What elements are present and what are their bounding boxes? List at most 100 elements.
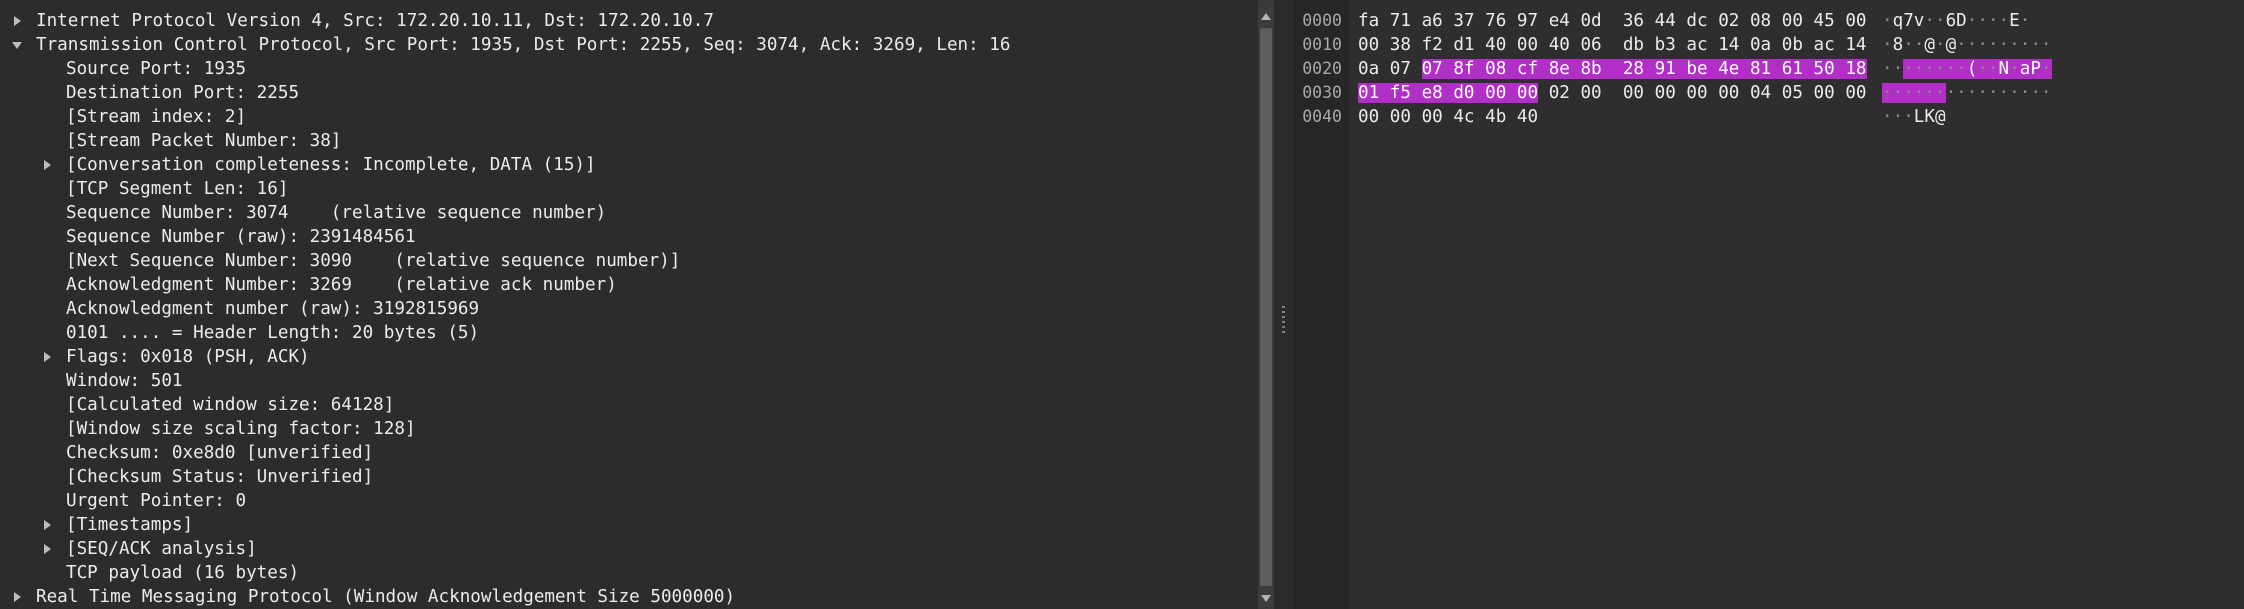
hex-byte[interactable]: 0a (1358, 59, 1379, 79)
tree-field-row[interactable]: 0101 .... = Header Length: 20 bytes (5) (0, 321, 1256, 345)
ascii-line[interactable]: ········(··N·aP· (1882, 57, 2052, 81)
hex-byte[interactable]: 45 (1814, 11, 1835, 31)
hex-byte[interactable]: e8 (1421, 83, 1443, 103)
hex-line[interactable]: 00 00 00 4c 4b 40 (1358, 105, 1538, 129)
hex-byte[interactable]: 4e (1718, 59, 1740, 79)
hex-byte[interactable]: 50 (1813, 59, 1835, 79)
hex-byte[interactable]: 00 (1845, 83, 1866, 103)
collapsed-arrow-icon[interactable] (40, 537, 54, 561)
hex-byte[interactable]: fa (1358, 11, 1379, 31)
hex-byte[interactable]: 4c (1453, 107, 1474, 127)
ascii-line[interactable]: ···LK@ (1882, 105, 1946, 129)
hex-byte[interactable]: 14 (1845, 35, 1866, 55)
ascii-line[interactable]: ·q7v··6D····E· (1882, 9, 2030, 33)
hex-byte[interactable]: 4b (1485, 107, 1506, 127)
collapsed-arrow-icon[interactable] (10, 9, 24, 33)
scrollbar-thumb[interactable] (1260, 28, 1272, 586)
hex-line[interactable]: fa 71 a6 37 76 97 e4 0d 36 44 dc 02 08 0… (1358, 9, 1867, 33)
hex-line[interactable]: 0a 07 07 8f 08 cf 8e 8b 28 91 be 4e 81 6… (1358, 57, 1867, 81)
hex-byte[interactable]: 61 (1781, 59, 1803, 79)
hex-byte[interactable]: 40 (1549, 35, 1570, 55)
hex-byte[interactable]: 14 (1718, 35, 1739, 55)
collapsed-arrow-icon[interactable] (40, 345, 54, 369)
tree-field-row[interactable]: Flags: 0x018 (PSH, ACK) (0, 345, 1256, 369)
hex-byte[interactable]: 00 (1623, 83, 1644, 103)
hex-byte[interactable]: 97 (1517, 11, 1538, 31)
tree-field-row[interactable]: Acknowledgment number (raw): 3192815969 (0, 297, 1256, 321)
tree-field-row[interactable]: [Stream Packet Number: 38] (0, 129, 1256, 153)
hex-byte[interactable]: 0a (1750, 35, 1771, 55)
hex-byte[interactable]: 0b (1782, 35, 1803, 55)
hex-byte[interactable]: 06 (1580, 35, 1601, 55)
hex-byte[interactable]: 00 (1655, 83, 1676, 103)
hex-byte[interactable]: 00 (1358, 107, 1379, 127)
collapsed-arrow-icon[interactable] (10, 585, 24, 609)
hex-byte[interactable]: 07 (1421, 59, 1443, 79)
hex-byte[interactable]: 00 (1814, 83, 1835, 103)
hex-byte[interactable]: a6 (1422, 11, 1443, 31)
hex-byte[interactable]: 18 (1845, 59, 1867, 79)
hex-byte[interactable]: 08 (1485, 59, 1507, 79)
hex-byte[interactable]: 40 (1517, 107, 1538, 127)
packet-bytes-pane[interactable]: 0000 0010 0020 0030 0040 fa 71 a6 37 76 97 e… (1294, 0, 2244, 609)
tree-field-row[interactable]: [Conversation completeness: Incomplete, … (0, 153, 1256, 177)
tree-protocol-row[interactable]: Real Time Messaging Protocol (Window Ack… (0, 585, 1256, 609)
tree-field-row[interactable]: [SEQ/ACK analysis] (0, 537, 1256, 561)
hex-byte[interactable]: 36 (1623, 11, 1644, 31)
hex-byte[interactable]: 00 (1718, 83, 1739, 103)
tree-field-row[interactable]: [Timestamps] (0, 513, 1256, 537)
hex-byte[interactable]: 02 (1549, 83, 1570, 103)
tree-field-row[interactable]: TCP payload (16 bytes) (0, 561, 1256, 585)
hex-byte[interactable]: ac (1686, 35, 1707, 55)
hex-byte[interactable]: 40 (1485, 35, 1506, 55)
hex-byte[interactable]: 28 (1622, 59, 1645, 79)
scroll-up-arrow-icon[interactable] (1258, 8, 1274, 26)
hex-byte[interactable]: 91 (1654, 59, 1676, 79)
tree-field-row[interactable]: [Checksum Status: Unverified] (0, 465, 1256, 489)
hex-byte[interactable]: 01 (1358, 83, 1380, 103)
hex-byte[interactable]: ac (1814, 35, 1835, 55)
hex-byte[interactable]: cf (1516, 59, 1539, 79)
details-scrollbar[interactable] (1258, 0, 1274, 609)
tree-field-row[interactable]: [Stream index: 2] (0, 105, 1256, 129)
hex-byte[interactable]: 8e (1548, 59, 1570, 79)
hex-byte[interactable]: b3 (1655, 35, 1676, 55)
expanded-arrow-icon[interactable] (10, 33, 24, 57)
hex-byte[interactable]: 00 (1516, 83, 1539, 103)
hex-byte[interactable]: d0 (1453, 83, 1475, 103)
hex-byte[interactable]: be (1686, 59, 1708, 79)
hex-byte[interactable]: 00 (1390, 107, 1411, 127)
hex-byte[interactable]: 00 (1782, 11, 1803, 31)
tree-field-row[interactable]: Urgent Pointer: 0 (0, 489, 1256, 513)
hex-byte[interactable]: 38 (1390, 35, 1411, 55)
hex-byte[interactable]: 00 (1517, 35, 1538, 55)
hex-byte[interactable]: 00 (1686, 83, 1707, 103)
hex-byte[interactable]: dc (1686, 11, 1707, 31)
hex-byte[interactable]: 76 (1485, 11, 1506, 31)
tree-field-row[interactable]: [TCP Segment Len: 16] (0, 177, 1256, 201)
tree-field-row[interactable]: Sequence Number: 3074 (relative sequence… (0, 201, 1256, 225)
hex-byte[interactable]: e4 (1549, 11, 1570, 31)
tree-field-row[interactable]: Acknowledgment Number: 3269 (relative ac… (0, 273, 1256, 297)
tree-field-row[interactable]: Checksum: 0xe8d0 [unverified] (0, 441, 1256, 465)
tree-protocol-row[interactable]: Internet Protocol Version 4, Src: 172.20… (0, 9, 1256, 33)
hex-byte[interactable]: 8f (1453, 59, 1475, 79)
hex-byte[interactable]: 05 (1782, 83, 1803, 103)
collapsed-arrow-icon[interactable] (40, 513, 54, 537)
hex-byte[interactable]: 04 (1750, 83, 1771, 103)
hex-byte[interactable]: 0d (1580, 11, 1601, 31)
packet-details-pane[interactable]: Internet Protocol Version 4, Src: 172.20… (0, 0, 1258, 609)
hex-byte[interactable]: db (1623, 35, 1644, 55)
hex-byte[interactable]: 00 (1422, 107, 1443, 127)
hex-byte[interactable]: d1 (1453, 35, 1474, 55)
hex-byte[interactable]: 00 (1580, 83, 1601, 103)
tree-field-row[interactable]: [Window size scaling factor: 128] (0, 417, 1256, 441)
tree-field-row[interactable]: Destination Port: 2255 (0, 81, 1256, 105)
hex-ascii-area[interactable]: fa 71 a6 37 76 97 e4 0d 36 44 dc 02 08 0… (1350, 0, 2244, 609)
tree-field-row[interactable]: [Next Sequence Number: 3090 (relative se… (0, 249, 1256, 273)
hex-line[interactable]: 00 38 f2 d1 40 00 40 06 db b3 ac 14 0a 0… (1358, 33, 1867, 57)
hex-line[interactable]: 01 f5 e8 d0 00 00 02 00 00 00 00 00 04 0… (1358, 81, 1867, 105)
splitter-grip-icon[interactable] (1282, 306, 1285, 334)
hex-byte[interactable]: 00 (1485, 83, 1507, 103)
tree-field-row[interactable]: Source Port: 1935 (0, 57, 1256, 81)
